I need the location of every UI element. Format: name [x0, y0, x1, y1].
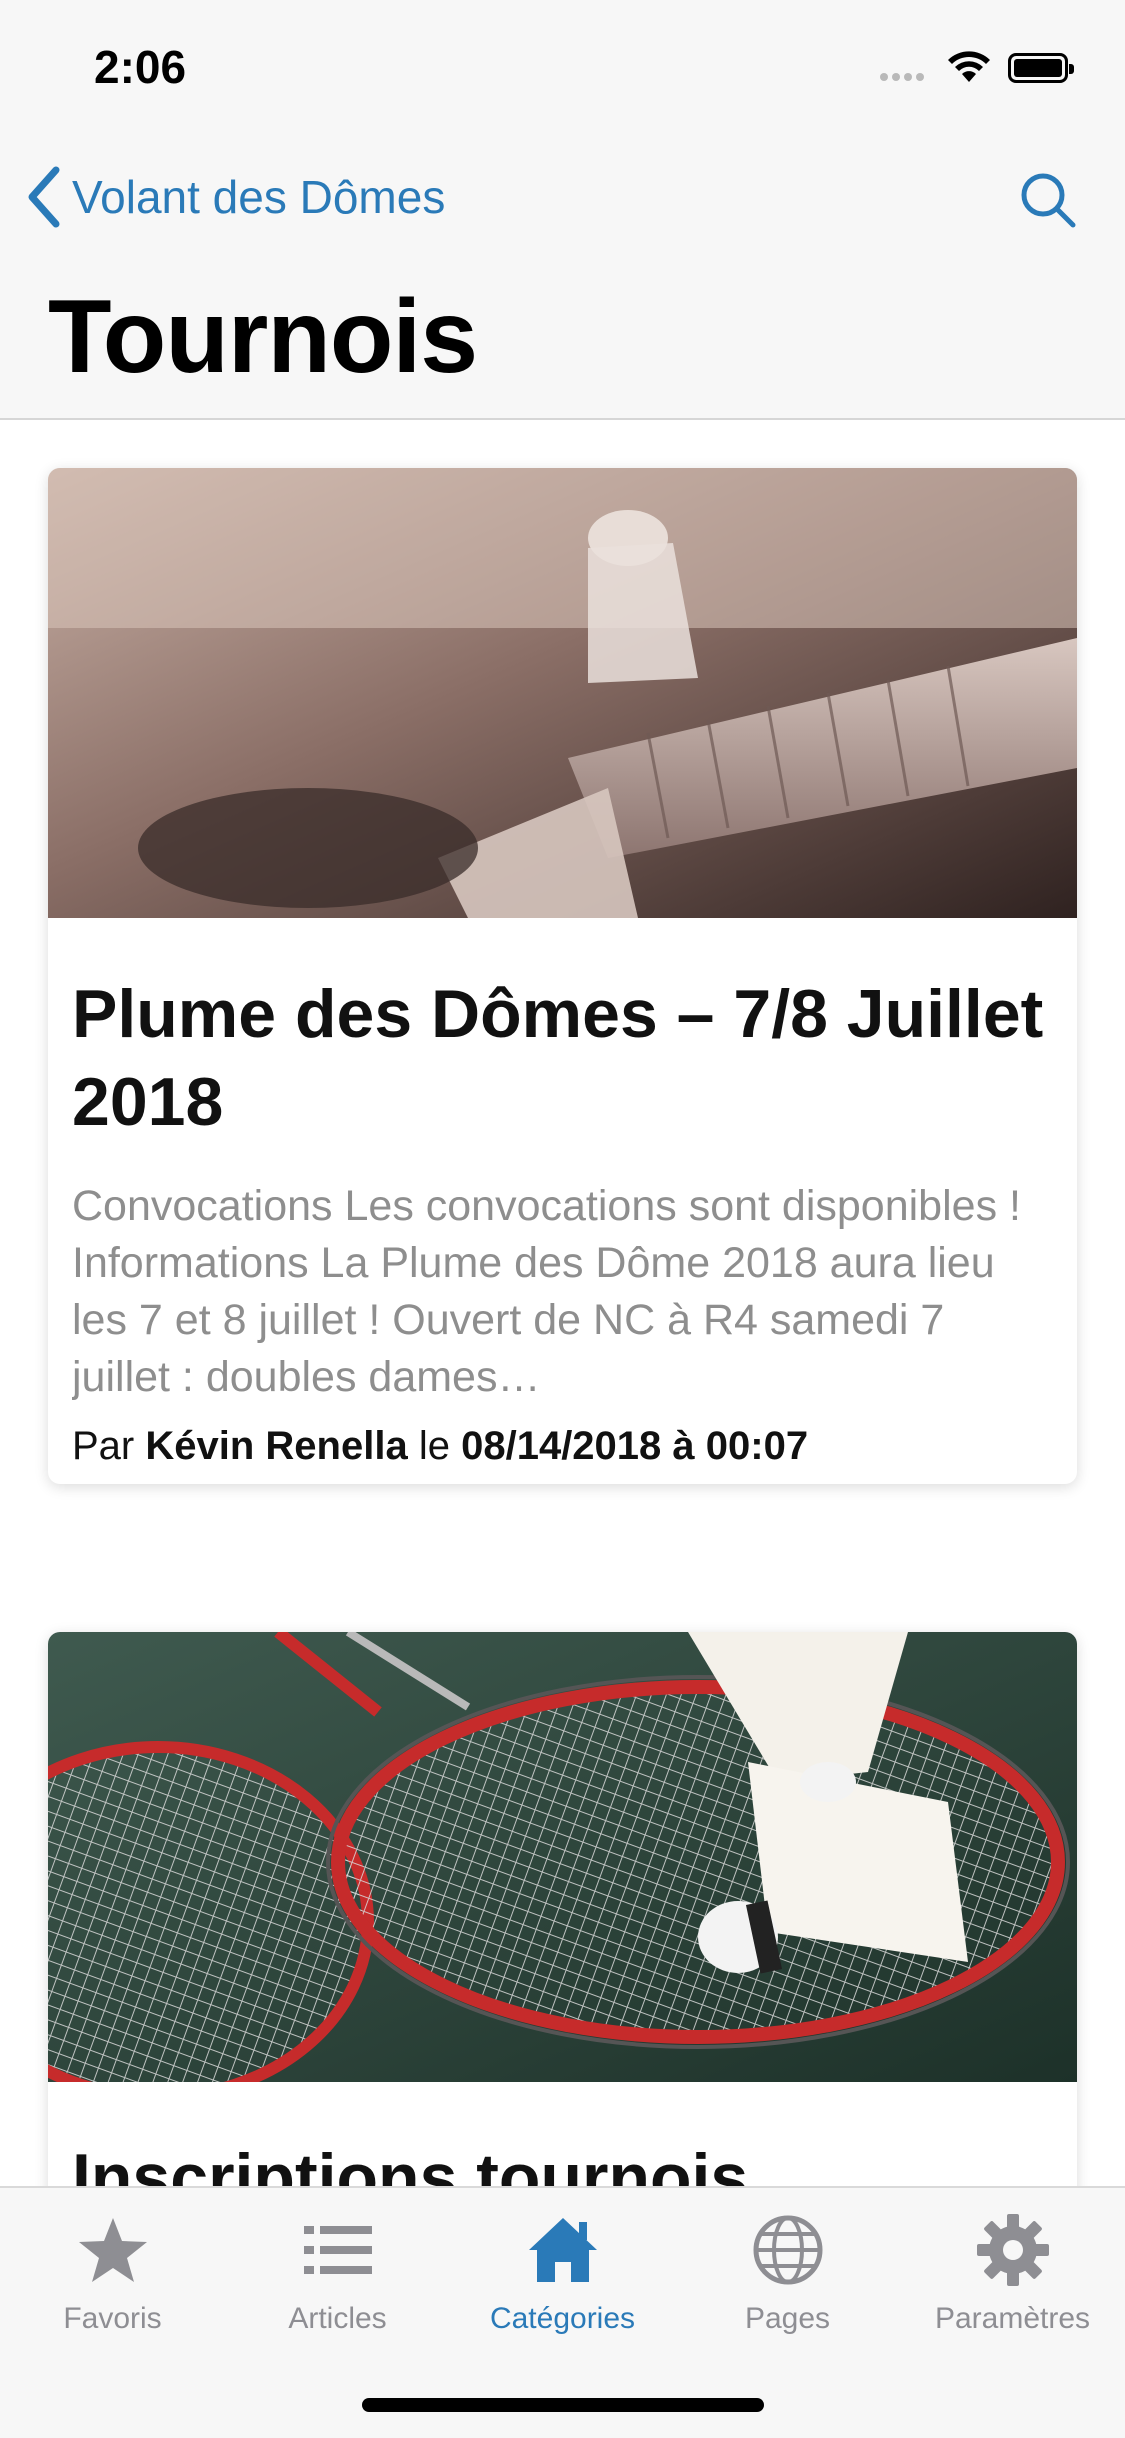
status-time: 2:06 [94, 41, 187, 93]
status-bar: 2:06 [0, 0, 1125, 130]
post-author: Kévin Renella [145, 1424, 408, 1468]
post-date: 08/14/2018 à 00:07 [461, 1424, 809, 1468]
tab-parametres[interactable]: Paramètres [900, 2212, 1125, 2362]
post-meta-by: Par [72, 1424, 135, 1468]
navigation-bar: Volant des Dômes [0, 150, 1125, 250]
home-icon [528, 2218, 597, 2282]
tab-label: Paramètres [934, 2302, 1091, 2335]
post-list[interactable]: Plume des Dômes – 7/8 Juillet 2018 Convo… [0, 420, 1125, 2188]
back-button-label: Volant des Dômes [72, 171, 446, 223]
star-icon [78, 2218, 147, 2282]
post-thumbnail [48, 468, 1077, 918]
home-indicator [362, 2398, 764, 2412]
globe-icon [753, 2215, 822, 2285]
tab-label: Favoris [63, 2302, 162, 2335]
tab-label: Articles [288, 2302, 387, 2335]
cellular-signal-icon [880, 68, 928, 86]
post-meta-on: le [418, 1424, 450, 1468]
tab-categories[interactable]: Catégories [450, 2212, 675, 2362]
page-title: Tournois [48, 279, 478, 395]
list-icon [303, 2226, 372, 2274]
tab-articles[interactable]: Articles [225, 2212, 450, 2362]
chevron-left-icon [28, 166, 60, 228]
post-thumbnail [48, 1632, 1077, 2082]
back-button[interactable]: Volant des Dômes [26, 166, 445, 228]
post-card[interactable]: Plume des Dômes – 7/8 Juillet 2018 Convo… [48, 468, 1077, 1484]
search-icon[interactable] [1018, 170, 1078, 230]
post-title: Plume des Dômes – 7/8 Juillet 2018 [72, 976, 1044, 1140]
post-title: Inscriptions tournois [72, 2140, 749, 2188]
post-meta: Par Kévin Renella le 08/14/2018 à 00:07 [72, 1424, 1053, 1469]
post-excerpt: Convocations Les convocations sont dispo… [72, 1182, 1021, 1401]
post-card[interactable]: Inscriptions tournois [48, 1632, 1077, 2188]
gear-icon [976, 2214, 1049, 2286]
wifi-icon [948, 51, 990, 82]
tab-pages[interactable]: Pages [675, 2212, 900, 2362]
tab-favoris[interactable]: Favoris [0, 2212, 225, 2362]
tab-label: Pages [744, 2302, 831, 2335]
battery-icon [1008, 53, 1074, 83]
tab-label: Catégories [489, 2302, 636, 2335]
